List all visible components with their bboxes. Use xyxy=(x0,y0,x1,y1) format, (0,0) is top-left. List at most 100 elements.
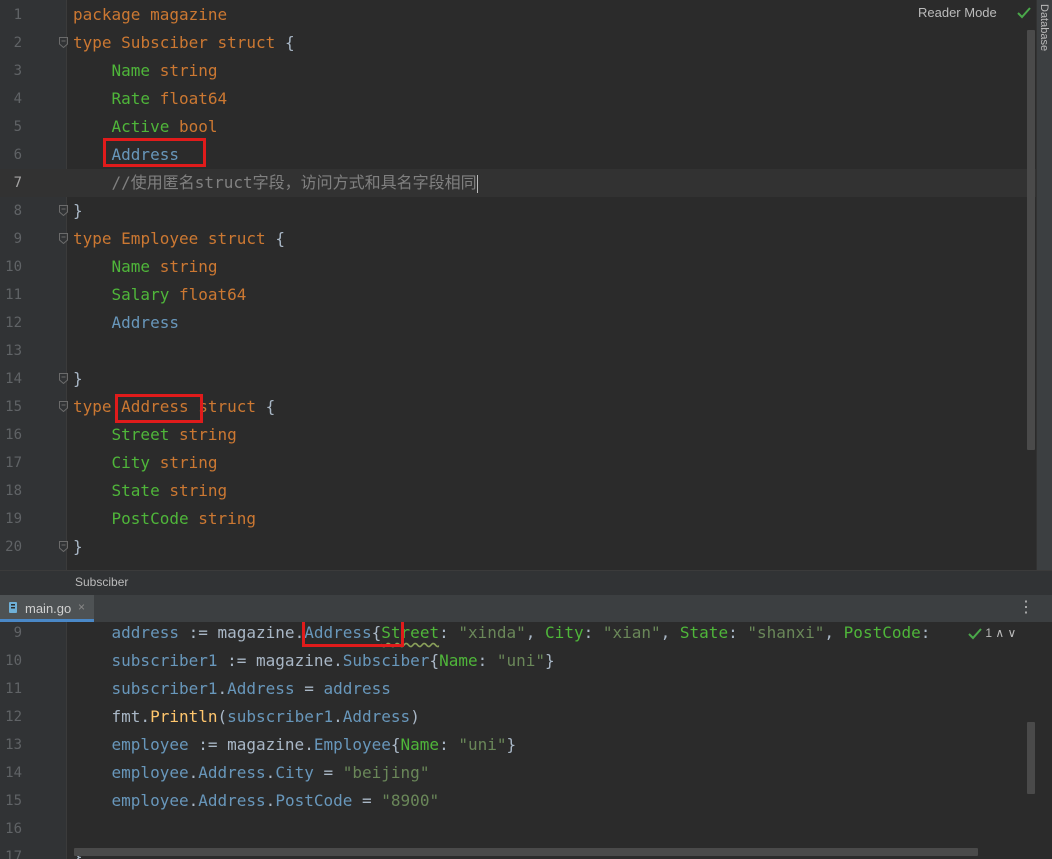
code-token: . xyxy=(265,763,276,782)
fold-marker-icon[interactable] xyxy=(59,401,68,412)
code-token: "xinda" xyxy=(458,623,526,642)
fold-marker-icon[interactable] xyxy=(59,541,68,552)
code-line[interactable]: 9 address := magazine.Address{Street: "x… xyxy=(0,622,1052,647)
code-line[interactable]: 20} xyxy=(0,533,1052,561)
code-token: Address xyxy=(342,707,411,726)
code-token: "uni" xyxy=(458,735,507,754)
code-text: } xyxy=(73,197,83,225)
code-line[interactable]: 9 type Employee struct { xyxy=(0,225,1052,253)
code-text: subscriber1 := magazine.Subsciber{Name: … xyxy=(73,647,555,675)
code-token: . xyxy=(188,791,199,810)
code-token: Name xyxy=(111,257,160,276)
code-line[interactable]: 13 xyxy=(0,337,1052,365)
code-line[interactable]: 16 xyxy=(0,815,1052,843)
code-token: . xyxy=(217,679,228,698)
code-line[interactable]: 19 PostCode string xyxy=(0,505,1052,533)
line-number: 16 xyxy=(5,427,22,443)
line-number: 17 xyxy=(5,849,22,859)
code-token: Employee xyxy=(313,735,391,754)
code-text: package magazine xyxy=(73,1,227,29)
code-token: Name xyxy=(400,735,440,754)
code-token: PostCode xyxy=(275,791,353,810)
code-token: address xyxy=(111,623,179,642)
line-number: 6 xyxy=(13,147,22,163)
tab-main-go[interactable]: main.go × xyxy=(0,595,94,622)
code-token: struct xyxy=(217,33,285,52)
code-line[interactable]: 18 State string xyxy=(0,477,1052,505)
code-token: struct xyxy=(207,229,276,248)
code-token: } xyxy=(506,735,517,754)
editor-top-pane[interactable]: 1 package magazine 2 type Subsciber struct … xyxy=(0,0,1052,570)
code-token: } xyxy=(545,651,555,670)
code-line[interactable]: 8} xyxy=(0,197,1052,225)
breadcrumb[interactable]: Subsciber xyxy=(75,575,128,589)
code-token: City xyxy=(111,453,160,472)
code-token: = xyxy=(313,763,343,782)
code-line[interactable]: 5 Active bool xyxy=(0,113,1052,141)
line-number: 9 xyxy=(13,231,22,247)
fold-marker-icon[interactable] xyxy=(59,37,68,48)
horizontal-scrollbar[interactable] xyxy=(74,848,978,856)
line-number: 9 xyxy=(13,625,22,641)
close-icon[interactable]: × xyxy=(78,600,85,614)
code-line[interactable]: 14} xyxy=(0,365,1052,393)
code-line[interactable]: 7 //使用匿名struct字段，访问方式和具名字段相同 xyxy=(0,169,1052,197)
editor-bottom-pane[interactable]: 9 address := magazine.Address{Street: "x… xyxy=(0,622,1052,859)
fold-marker-icon[interactable] xyxy=(59,205,68,216)
code-line[interactable]: 15 employee.Address.PostCode = "8900" xyxy=(0,787,1052,815)
code-token: } xyxy=(73,369,83,388)
code-token: float64 xyxy=(159,89,228,108)
inspection-widget[interactable]: 1 ∧ ∨ xyxy=(966,626,1017,646)
check-icon xyxy=(1017,7,1031,19)
code-token: , xyxy=(824,623,844,642)
code-token: subscriber1 xyxy=(111,651,218,670)
code-line[interactable]: 10 Name string xyxy=(0,253,1052,281)
highlight-box-address-literal xyxy=(302,622,404,647)
code-text: type Employee struct { xyxy=(73,225,285,253)
code-line[interactable]: 3 Name string xyxy=(0,57,1052,85)
code-line[interactable]: 1 package magazine xyxy=(0,1,1052,29)
code-token: = xyxy=(294,679,324,698)
code-token: := magazine. xyxy=(188,735,314,754)
code-token: Street xyxy=(111,425,179,444)
code-line[interactable]: 17 City string xyxy=(0,449,1052,477)
code-line[interactable]: 13 employee := magazine.Employee{Name: "… xyxy=(0,731,1052,759)
line-number: 18 xyxy=(5,483,22,499)
code-text: address := magazine.Address{Street: "xin… xyxy=(73,622,931,647)
line-number: 1 xyxy=(13,7,22,23)
database-tool-tab[interactable]: Database xyxy=(1038,4,1050,51)
reader-mode-button[interactable]: Reader Mode xyxy=(918,5,997,20)
vertical-scrollbar-top[interactable] xyxy=(1027,30,1035,450)
code-line[interactable]: 4 Rate float64 xyxy=(0,85,1052,113)
code-line[interactable]: 11 Salary float64 xyxy=(0,281,1052,309)
code-text: Street string xyxy=(73,421,237,449)
code-text: Name string xyxy=(73,57,218,85)
code-line[interactable]: 2 type Subsciber struct { xyxy=(0,29,1052,57)
code-token: City xyxy=(545,623,584,642)
vertical-scrollbar-bottom[interactable] xyxy=(1027,722,1035,794)
code-line[interactable]: 16 Street string xyxy=(0,421,1052,449)
fold-marker-icon[interactable] xyxy=(59,233,68,244)
code-line[interactable]: 12 Address xyxy=(0,309,1052,337)
fold-marker-icon[interactable] xyxy=(59,373,68,384)
line-number: 13 xyxy=(5,737,22,753)
code-line[interactable]: 10 subscriber1 := magazine.Subsciber{Nam… xyxy=(0,647,1052,675)
code-token: //使用匿名struct字段，访问方式和具名字段相同 xyxy=(111,173,477,192)
code-text: Salary float64 xyxy=(73,281,247,309)
code-token: Subsciber xyxy=(342,651,430,670)
code-token: , xyxy=(525,623,546,642)
code-line[interactable]: 12 fmt.Println(subscriber1.Address) xyxy=(0,703,1052,731)
more-options-icon[interactable]: ⋮ xyxy=(1018,597,1034,617)
code-line[interactable]: 11 subscriber1.Address = address xyxy=(0,675,1052,703)
code-line[interactable]: 14 employee.Address.City = "beijing" xyxy=(0,759,1052,787)
